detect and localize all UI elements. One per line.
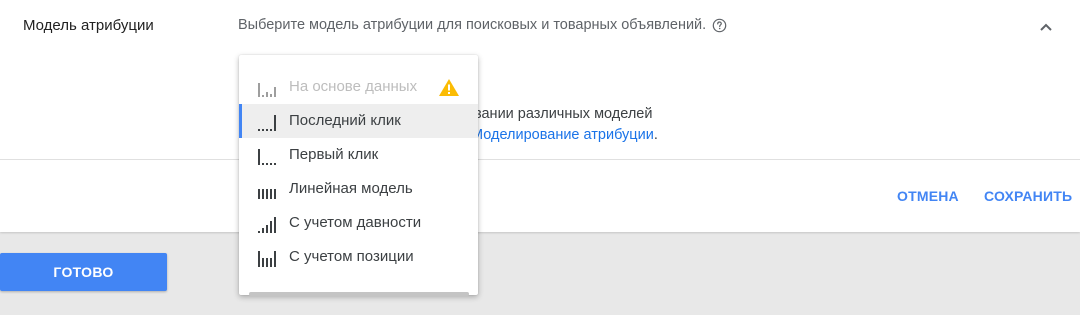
- last-click-icon: [258, 114, 280, 132]
- attribution-modeling-link[interactable]: Моделирование атрибуции: [471, 127, 654, 143]
- time-decay-icon: [258, 216, 280, 234]
- dropdown-item-label: Последний клик: [289, 112, 401, 129]
- attribution-model-dropdown: На основе данных Последний клик Первый к…: [239, 55, 478, 296]
- help-icon[interactable]: [712, 18, 727, 33]
- dropdown-item-last-click[interactable]: Последний клик: [239, 104, 478, 138]
- done-button[interactable]: ГОТОВО: [0, 253, 167, 291]
- first-click-icon: [258, 148, 280, 166]
- position-based-icon: [258, 250, 280, 268]
- dropdown-item-label: Первый клик: [289, 146, 379, 163]
- dropdown-item-linear[interactable]: Линейная модель: [239, 172, 478, 206]
- chevron-up-icon: [1039, 19, 1053, 37]
- linear-icon: [258, 182, 280, 200]
- dropdown-item-first-click[interactable]: Первый клик: [239, 138, 478, 172]
- dropdown-scrollbar[interactable]: [249, 292, 469, 296]
- dropdown-item-time-decay[interactable]: С учетом давности: [239, 206, 478, 240]
- warning-icon: [438, 78, 460, 102]
- collapse-button[interactable]: [1036, 18, 1056, 38]
- dropdown-item-label: Линейная модель: [289, 180, 413, 197]
- divider: [0, 159, 1080, 160]
- attribution-hint: Выберите модель атрибуции для поисковых …: [238, 17, 727, 33]
- dropdown-item-label: С учетом давности: [289, 214, 422, 231]
- description-end: .: [653, 127, 658, 143]
- attribution-settings-card: Модель атрибуции Выберите модель атрибуц…: [0, 0, 1080, 232]
- cancel-button[interactable]: ОТМЕНА: [897, 188, 959, 204]
- data-driven-icon: [258, 80, 280, 98]
- save-button[interactable]: СОХРАНИТЬ: [984, 188, 1072, 204]
- dropdown-item-label: С учетом позиции: [289, 248, 414, 265]
- attribution-hint-text: Выберите модель атрибуции для поисковых …: [238, 17, 707, 33]
- dropdown-item-position-based[interactable]: С учетом позиции: [239, 240, 478, 274]
- attribution-model-label: Модель атрибуции: [23, 17, 154, 34]
- dropdown-item-label: На основе данных: [289, 78, 418, 95]
- dropdown-item-data-driven: На основе данных: [239, 70, 478, 104]
